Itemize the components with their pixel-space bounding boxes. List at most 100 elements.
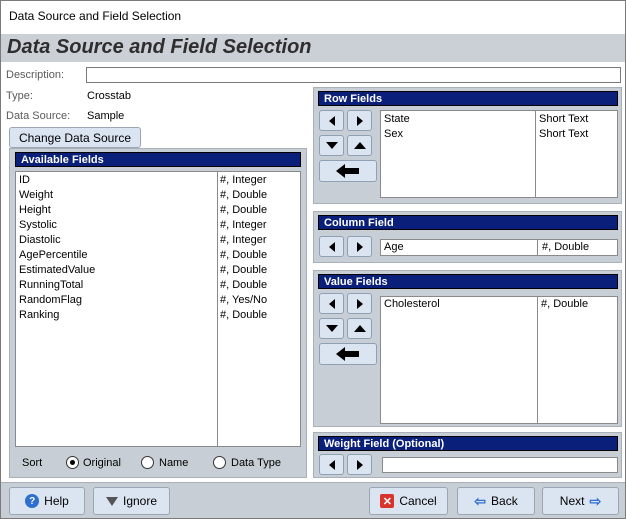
list-item-name[interactable]: Ranking — [19, 308, 59, 323]
weight-move-right-button[interactable] — [347, 454, 372, 475]
row-fields-list[interactable]: State Short Text Sex Short Text — [380, 110, 618, 198]
cancel-button[interactable]: ✕ Cancel — [369, 487, 448, 515]
value-move-down-button[interactable] — [319, 318, 344, 339]
row-move-down-button[interactable] — [319, 135, 344, 156]
weight-field-box[interactable] — [382, 457, 618, 473]
row-move-left-button[interactable] — [319, 110, 344, 131]
value-fields-title: Value Fields — [318, 274, 618, 289]
list-item-type[interactable]: #, Double — [220, 203, 267, 218]
row-fields-title: Row Fields — [318, 91, 618, 106]
remove-arrow-icon — [336, 164, 359, 178]
next-label: Next — [559, 494, 585, 508]
list-item-type[interactable]: #, Integer — [220, 173, 266, 188]
data-source-value: Sample — [87, 110, 125, 122]
list-item-type[interactable]: #, Double — [220, 248, 267, 263]
list-item-type[interactable]: #, Double — [220, 263, 267, 278]
list-item-name[interactable]: Cholesterol — [384, 297, 440, 312]
arrow-right-icon — [356, 115, 363, 126]
list-item-type[interactable]: #, Double — [220, 308, 267, 323]
ignore-button[interactable]: Ignore — [93, 487, 170, 515]
change-data-source-label: Change Data Source — [18, 130, 132, 145]
header-banner: Data Source and Field Selection — [1, 34, 625, 62]
sort-datatype-label: Data Type — [231, 457, 281, 469]
value-move-up-button[interactable] — [347, 318, 372, 339]
value-move-right-button[interactable] — [347, 293, 372, 314]
column-field-panel: Column Field Age #, Double — [313, 211, 622, 263]
available-fields-panel: Available Fields ID #, Integer Weight #, Do… — [9, 148, 307, 478]
window-title: Data Source and Field Selection — [9, 9, 182, 23]
arrow-down-icon — [325, 325, 338, 332]
available-fields-list[interactable]: ID #, Integer Weight #, Double Height #, Doub… — [15, 171, 301, 447]
list-item-name[interactable]: RandomFlag — [19, 293, 82, 308]
type-label: Type: — [6, 90, 33, 102]
arrow-left-icon — [328, 459, 335, 470]
close-icon: ✕ — [380, 494, 395, 508]
help-button[interactable]: ? Help — [9, 487, 85, 515]
row-remove-button[interactable] — [319, 160, 377, 182]
remove-arrow-icon — [336, 347, 359, 361]
arrow-left-icon — [328, 298, 335, 309]
list-item-name[interactable]: Sex — [384, 127, 403, 142]
description-input[interactable] — [86, 67, 621, 83]
dialog-window: Data Source and Field Selection Data Sou… — [0, 0, 626, 519]
row-move-up-button[interactable] — [347, 135, 372, 156]
sort-original-label: Original — [83, 457, 121, 469]
change-data-source-button[interactable]: Change Data Source — [9, 127, 141, 148]
column-divider — [217, 172, 218, 446]
arrow-left-icon: ⇦ — [474, 492, 487, 509]
list-item-name[interactable]: Systolic — [19, 218, 57, 233]
bottom-button-bar: ? Help Ignore ✕ Cancel ⇦ Back Next ⇨ — [1, 482, 625, 518]
list-item-name[interactable]: ID — [19, 173, 30, 188]
column-divider — [535, 111, 536, 197]
weight-field-title: Weight Field (Optional) — [318, 436, 618, 451]
list-item-type[interactable]: Short Text — [539, 127, 588, 142]
back-label: Back — [491, 494, 518, 508]
sort-name-label: Name — [159, 457, 189, 469]
help-label: Help — [44, 494, 69, 508]
row-move-right-button[interactable] — [347, 110, 372, 131]
list-item-name[interactable]: EstimatedValue — [19, 263, 95, 278]
value-fields-list[interactable]: Cholesterol #, Double — [380, 296, 618, 424]
list-item-type[interactable]: #, Integer — [220, 218, 266, 233]
weight-field-panel: Weight Field (Optional) — [313, 432, 622, 478]
arrow-right-icon — [356, 459, 363, 470]
column-field-type: #, Double — [542, 241, 590, 253]
type-value: Crosstab — [87, 90, 132, 102]
sort-original-radio[interactable] — [66, 456, 79, 469]
list-item-name[interactable]: AgePercentile — [19, 248, 88, 263]
column-move-left-button[interactable] — [319, 236, 344, 257]
arrow-right-icon — [356, 241, 363, 252]
back-button[interactable]: ⇦ Back — [457, 487, 535, 515]
arrow-left-icon — [328, 241, 335, 252]
row-fields-panel: Row Fields State Short Text Sex Short Text — [313, 87, 622, 204]
arrow-down-icon — [325, 142, 338, 149]
value-remove-button[interactable] — [319, 343, 377, 365]
list-item-name[interactable]: Weight — [19, 188, 53, 203]
weight-move-left-button[interactable] — [319, 454, 344, 475]
sort-name-radio[interactable] — [141, 456, 154, 469]
list-item-type[interactable]: Short Text — [539, 112, 588, 127]
sort-datatype-radio[interactable] — [213, 456, 226, 469]
list-item-type[interactable]: #, Double — [220, 188, 267, 203]
column-field-box[interactable]: Age #, Double — [380, 239, 618, 256]
column-field-name: Age — [384, 241, 404, 253]
filter-icon — [105, 496, 118, 506]
data-source-label: Data Source: — [6, 110, 71, 122]
list-item-name[interactable]: State — [384, 112, 410, 127]
value-move-left-button[interactable] — [319, 293, 344, 314]
column-move-right-button[interactable] — [347, 236, 372, 257]
list-item-name[interactable]: Diastolic — [19, 233, 61, 248]
available-fields-title: Available Fields — [15, 152, 301, 167]
list-item-type[interactable]: #, Yes/No — [220, 293, 267, 308]
next-button[interactable]: Next ⇨ — [542, 487, 619, 515]
help-icon: ? — [25, 494, 40, 508]
arrow-right-icon: ⇨ — [589, 492, 602, 509]
list-item-type[interactable]: #, Double — [220, 278, 267, 293]
list-item-type[interactable]: #, Double — [541, 297, 588, 312]
arrow-right-icon — [356, 298, 363, 309]
list-item-type[interactable]: #, Integer — [220, 233, 266, 248]
column-divider — [537, 240, 538, 255]
list-item-name[interactable]: Height — [19, 203, 51, 218]
list-item-name[interactable]: RunningTotal — [19, 278, 83, 293]
column-divider — [537, 297, 538, 423]
